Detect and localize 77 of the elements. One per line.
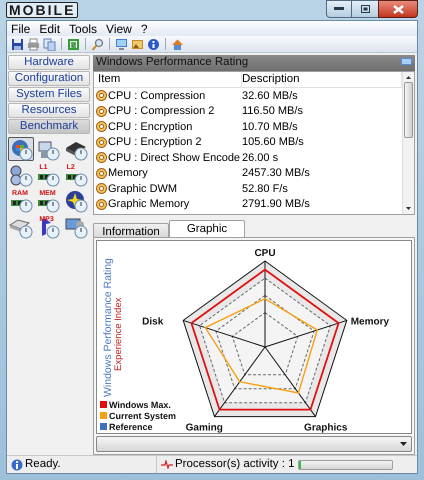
scrollbar[interactable] [402,72,414,214]
caret-icon [400,442,407,446]
minimize-icon [334,7,344,11]
dropdown[interactable] [96,436,412,452]
axis-label: Graphics [304,422,348,434]
gauge-icon [9,198,35,213]
axis-label: Disk [142,316,164,328]
nav-button[interactable]: System Files [8,87,90,102]
search-icon[interactable] [91,38,104,50]
table-cell-text: CPU : Compression [108,88,206,104]
status-message: Ready. [25,456,61,472]
menu-item[interactable]: Edit [39,20,60,38]
nav-button[interactable]: Resources [8,103,90,118]
nav-button[interactable]: Benchmark [8,119,90,134]
table-cell-text: 116.50 MB/s [242,104,304,119]
table-cell-text: 2457.30 MB/s [242,166,311,181]
table-cell-text: 26.00 s [242,150,280,166]
close-button[interactable] [378,0,418,18]
legend-label: Reference [109,422,153,432]
table-cell-text: Graphic Memory [108,197,190,212]
maximize-icon [360,5,370,13]
legend-label: Windows Max. [109,400,171,410]
home-icon[interactable] [171,38,184,50]
table-cell-text: Memory [108,166,148,181]
chart-subtitle: Experience Index [113,298,124,371]
pulse-icon [161,460,173,469]
table-cell-text: 2791.90 MB/s [242,197,311,212]
gauge-icon [64,216,90,240]
tab[interactable]: Graphic [169,220,245,237]
table-cell-text: Graphic DWM [108,182,178,196]
printer-icon[interactable] [27,38,40,50]
table-cell-text: CPU : Compression 2 [108,104,214,119]
close-icon [392,4,404,14]
rating-icon [96,183,107,194]
rating-icon [96,198,107,210]
table-cell-text: 52.80 F/s [242,182,289,196]
column-header[interactable]: Item [94,72,242,87]
nav-button[interactable]: Hardware [8,55,90,70]
legend-label: Current System [109,411,176,421]
help-icon[interactable] [147,38,160,50]
table-cell-text: CPU : Encryption 2 [108,135,202,150]
rating-icon [96,152,107,164]
photo-icon[interactable] [131,38,144,50]
table-cell-text: 105.60 MB/s [242,135,305,150]
refresh-icon[interactable] [67,38,80,50]
rating-icon [96,106,107,117]
app-logo: MOBILE [6,2,78,18]
benchmark-tool[interactable] [8,163,34,187]
copy-icon[interactable] [43,38,56,50]
rating-icon [96,121,107,132]
nav-button[interactable]: Configuration [8,71,90,86]
axis-label: Memory [350,316,390,328]
scroll-thumb[interactable] [404,82,413,138]
minimize-button[interactable] [326,0,352,18]
rating-icon [96,90,107,102]
table-cell-text: 32.60 MB/s [242,88,299,104]
chart-title: Windows Performance Rating [102,258,114,397]
gauge-icon [64,172,90,187]
benchmark-tool[interactable] [8,137,34,161]
menu-item[interactable]: Tools [69,20,98,38]
menu-item[interactable]: File [11,20,30,38]
processor-activity: Processor(s) activity : 1 [175,456,294,472]
info-icon [11,458,23,470]
rating-icon [96,136,107,148]
tab[interactable]: Information [93,223,169,237]
menu-item[interactable]: ? [140,20,148,38]
rating-icon [96,168,107,179]
menu-item[interactable]: View [106,20,132,38]
save-icon[interactable] [11,38,24,50]
axis-label: CPU [254,248,276,259]
axis-label: Gaming [186,422,223,434]
table-cell-text: 10.70 MB/s [242,120,299,134]
gauge-icon [9,138,35,162]
table-cell-text: CPU : Encryption [108,120,192,134]
maximize-button[interactable] [352,0,378,18]
table-cell-text: CPU : Direct Show Encode [108,150,240,166]
panel-title: Windows Performance Rating [96,57,248,69]
